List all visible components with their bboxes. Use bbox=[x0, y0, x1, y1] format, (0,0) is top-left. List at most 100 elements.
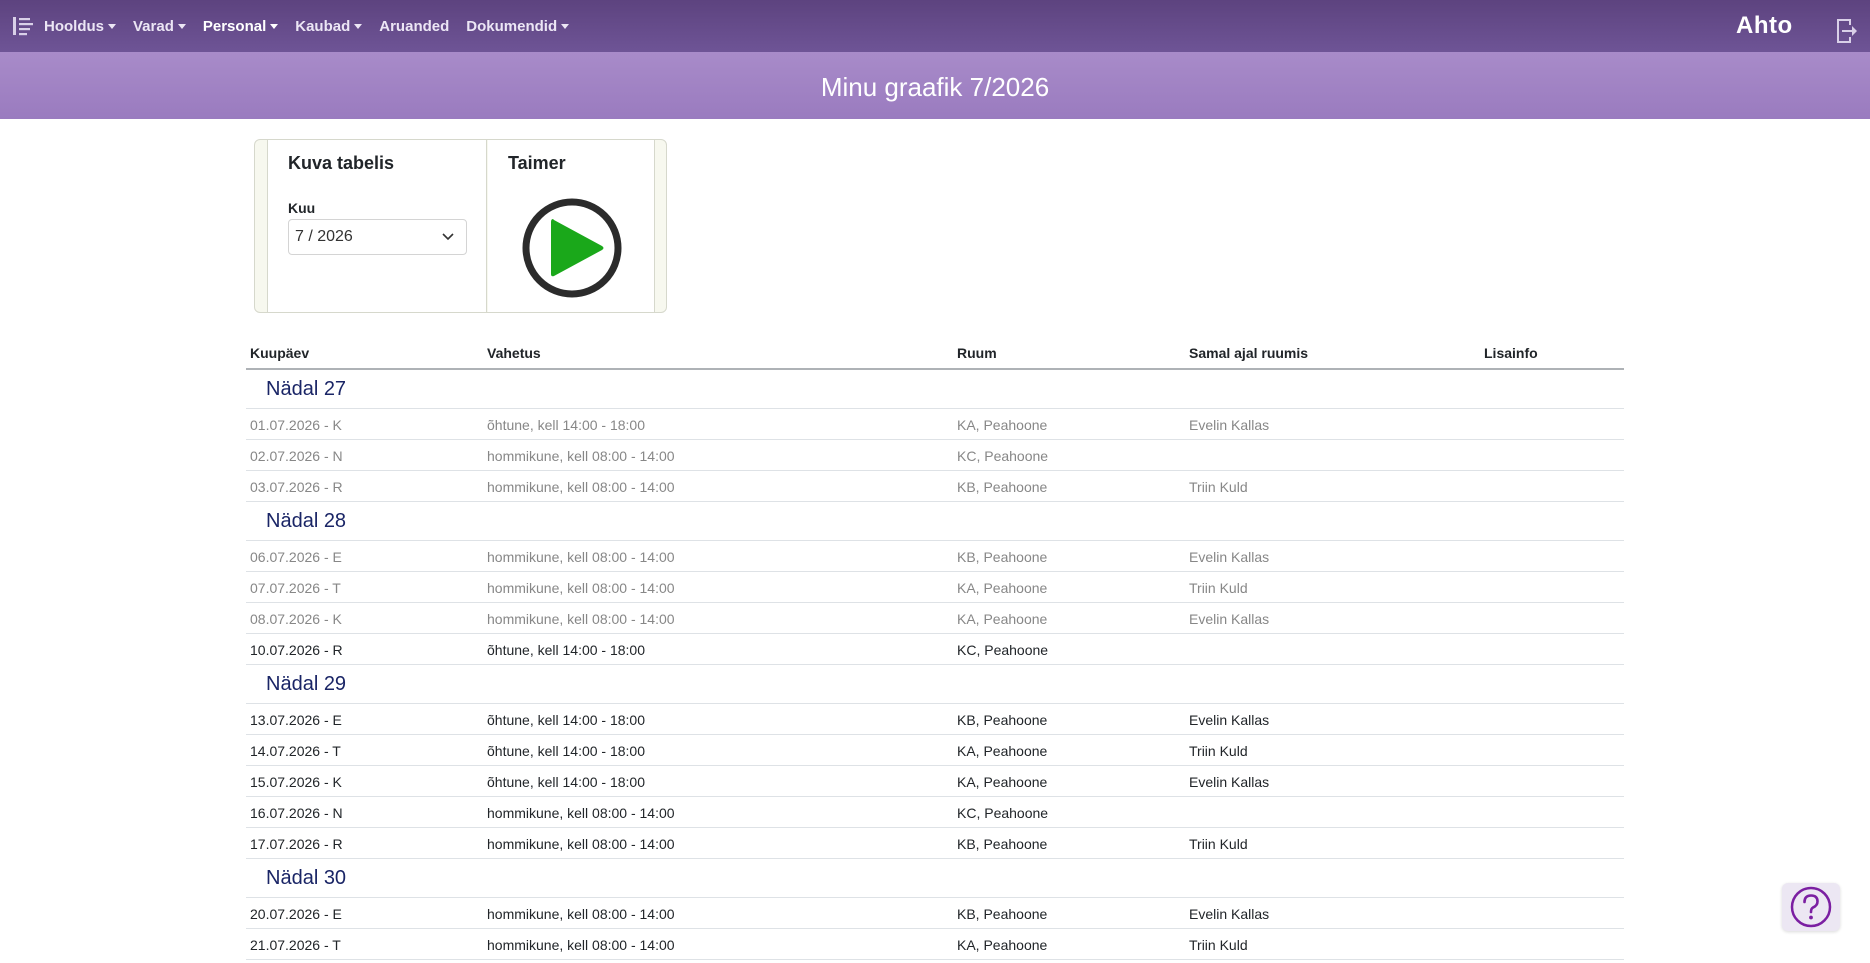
schedule-table: Kuupäev Vahetus Ruum Samal ajal ruumis L… bbox=[246, 340, 1624, 960]
cell-room: KB, Peahoone bbox=[957, 836, 1048, 852]
cell-room: KA, Peahoone bbox=[957, 611, 1048, 627]
week-label: Nädal 29 bbox=[266, 673, 347, 695]
table-row: 20.07.2026 - E hommikune, kell 08:00 - 14… bbox=[246, 898, 1624, 929]
cell-shift: õhtune, kell 14:00 - 18:00 bbox=[487, 642, 646, 658]
week-group-row: Nädal 29 bbox=[246, 665, 1624, 704]
main-menu: Hooldus Varad Personal Kaubad Aruanded Dokume… bbox=[44, 0, 586, 52]
cell-date: 15.07.2026 - K bbox=[250, 774, 342, 790]
cell-date: 17.07.2026 - R bbox=[250, 836, 343, 852]
cell-same-room: Triin Kuld bbox=[1189, 743, 1248, 759]
cell-room: KC, Peahoone bbox=[957, 448, 1049, 464]
cell-shift: hommikune, kell 08:00 - 14:00 bbox=[487, 549, 675, 565]
cell-room: KC, Peahoone bbox=[957, 805, 1049, 821]
cell-room: KC, Peahoone bbox=[957, 642, 1049, 658]
week-group-row: Nädal 27 bbox=[246, 370, 1624, 409]
play-icon[interactable] bbox=[521, 197, 623, 299]
week-group-row: Nädal 30 bbox=[246, 859, 1624, 898]
month-select[interactable]: 7 / 2026 bbox=[288, 219, 467, 255]
week-group-row: Nädal 28 bbox=[246, 502, 1624, 541]
table-row: 07.07.2026 - T hommikune, kell 08:00 - 14… bbox=[246, 572, 1624, 603]
cell-date: 06.07.2026 - E bbox=[250, 549, 342, 565]
caret-down-icon bbox=[108, 24, 116, 29]
cell-date: 21.07.2026 - T bbox=[250, 937, 341, 953]
cell-room: KB, Peahoone bbox=[957, 712, 1048, 728]
cell-room: KB, Peahoone bbox=[957, 479, 1048, 495]
help-icon bbox=[1790, 886, 1832, 928]
nav-item-personal[interactable]: Personal bbox=[202, 17, 279, 35]
cell-date: 03.07.2026 - R bbox=[250, 479, 343, 495]
cell-room: KB, Peahoone bbox=[957, 549, 1048, 565]
cell-room: KA, Peahoone bbox=[957, 417, 1048, 433]
cell-date: 13.07.2026 - E bbox=[250, 712, 342, 728]
cell-shift: õhtune, kell 14:00 - 18:00 bbox=[487, 712, 646, 728]
help-button[interactable] bbox=[1782, 883, 1840, 931]
column-header-extra-info: Lisainfo bbox=[1484, 345, 1538, 361]
cell-same-room: Evelin Kallas bbox=[1189, 712, 1270, 728]
table-body: Nädal 27 01.07.2026 - K õhtune, kell 14:00… bbox=[246, 370, 1624, 960]
cell-shift: hommikune, kell 08:00 - 14:00 bbox=[487, 479, 675, 495]
column-header-shift: Vahetus bbox=[487, 345, 541, 361]
column-header-same-room: Samal ajal ruumis bbox=[1189, 345, 1309, 361]
month-select-value: 7 / 2026 bbox=[295, 228, 353, 245]
cell-same-room: Evelin Kallas bbox=[1189, 549, 1270, 565]
cell-shift: hommikune, kell 08:00 - 14:00 bbox=[487, 580, 675, 596]
cell-date: 20.07.2026 - E bbox=[250, 906, 342, 922]
cell-shift: hommikune, kell 08:00 - 14:00 bbox=[487, 805, 675, 821]
cell-same-room: Evelin Kallas bbox=[1189, 611, 1270, 627]
table-row: 21.07.2026 - T hommikune, kell 08:00 - 14… bbox=[246, 929, 1624, 960]
filter-panel-title: Kuva tabelis bbox=[288, 153, 395, 173]
cell-shift: õhtune, kell 14:00 - 18:00 bbox=[487, 774, 646, 790]
timer-panel-title: Taimer bbox=[508, 153, 566, 173]
nav-item-kaubad[interactable]: Kaubad bbox=[295, 18, 363, 35]
cell-room: KB, Peahoone bbox=[957, 906, 1048, 922]
table-row: 17.07.2026 - R hommikune, kell 08:00 - 14… bbox=[246, 828, 1624, 859]
nav-item-hooldus[interactable]: Hooldus bbox=[44, 18, 116, 35]
cell-date: 02.07.2026 - N bbox=[250, 448, 343, 464]
menu-toggle-icon[interactable] bbox=[12, 15, 36, 37]
cell-same-room: Triin Kuld bbox=[1189, 479, 1248, 495]
table-row: 14.07.2026 - T õhtune, kell 14:00 - 18:00… bbox=[246, 735, 1624, 766]
column-header-room: Ruum bbox=[957, 345, 997, 361]
cell-shift: õhtune, kell 14:00 - 18:00 bbox=[487, 743, 646, 759]
nav-item-label: Hooldus bbox=[44, 17, 104, 35]
table-row: 01.07.2026 - K õhtune, kell 14:00 - 18:00… bbox=[246, 409, 1624, 440]
nav-item-label: Dokumendid bbox=[466, 17, 558, 35]
cell-shift: hommikune, kell 08:00 - 14:00 bbox=[487, 836, 675, 852]
nav-item-dokumendid[interactable]: Dokumendid bbox=[466, 17, 570, 35]
cell-same-room: Evelin Kallas bbox=[1189, 417, 1270, 433]
caret-down-icon bbox=[354, 24, 363, 29]
chevron-down-icon bbox=[442, 233, 454, 241]
month-label: Kuu bbox=[288, 200, 316, 216]
table-row: 10.07.2026 - R õhtune, kell 14:00 - 18:00… bbox=[246, 634, 1624, 665]
cell-date: 07.07.2026 - T bbox=[250, 580, 341, 596]
cell-same-room: Evelin Kallas bbox=[1189, 774, 1270, 790]
brand-logo: Ahto bbox=[1736, 12, 1793, 39]
table-header: Kuupäev Vahetus Ruum Samal ajal ruumis L… bbox=[246, 340, 1624, 370]
timer-panel: Taimer bbox=[488, 140, 655, 312]
table-row: 15.07.2026 - K õhtune, kell 14:00 - 18:00… bbox=[246, 766, 1624, 797]
week-label: Nädal 30 bbox=[266, 867, 347, 889]
cell-room: KA, Peahoone bbox=[957, 774, 1048, 790]
logout-icon[interactable] bbox=[1834, 18, 1858, 44]
cell-date: 01.07.2026 - K bbox=[250, 417, 342, 433]
cell-date: 10.07.2026 - R bbox=[250, 642, 343, 658]
caret-down-icon bbox=[561, 24, 570, 29]
cell-shift: hommikune, kell 08:00 - 14:00 bbox=[487, 448, 675, 464]
week-label: Nädal 27 bbox=[266, 378, 347, 400]
cell-shift: hommikune, kell 08:00 - 14:00 bbox=[487, 937, 675, 953]
cell-date: 14.07.2026 - T bbox=[250, 743, 341, 759]
nav-item-varad[interactable]: Varad bbox=[133, 18, 186, 35]
cell-date: 16.07.2026 - N bbox=[250, 805, 343, 821]
week-label: Nädal 28 bbox=[266, 510, 347, 532]
cell-same-room: Triin Kuld bbox=[1189, 937, 1248, 953]
cell-shift: hommikune, kell 08:00 - 14:00 bbox=[487, 611, 675, 627]
nav-item-aruanded[interactable]: Aruanded bbox=[379, 18, 449, 35]
table-row: 13.07.2026 - E õhtune, kell 14:00 - 18:00… bbox=[246, 704, 1624, 735]
cell-room: KA, Peahoone bbox=[957, 743, 1048, 759]
column-header-date: Kuupäev bbox=[250, 345, 310, 361]
nav-item-label: Personal bbox=[202, 17, 267, 35]
table-row: 02.07.2026 - N hommikune, kell 08:00 - 14… bbox=[246, 440, 1624, 471]
table-row: 03.07.2026 - R hommikune, kell 08:00 - 14… bbox=[246, 471, 1624, 502]
display-filter-panel: Kuva tabelis Kuu 7 / 2026 bbox=[267, 140, 487, 312]
cell-same-room: Triin Kuld bbox=[1189, 580, 1248, 596]
